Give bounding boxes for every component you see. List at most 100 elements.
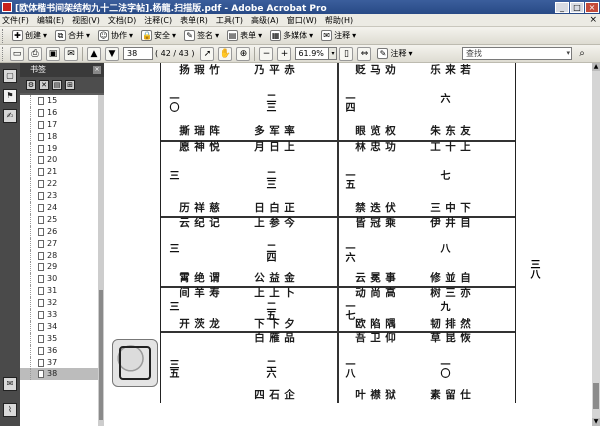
zoom-dropdown-icon[interactable]: ▾ <box>329 47 338 60</box>
bookmark-item[interactable]: 17 <box>20 118 98 131</box>
bookmark-label: 36 <box>47 345 58 355</box>
bookmark-label: 32 <box>47 298 58 308</box>
toolbar-grip[interactable] <box>2 28 5 43</box>
bookmark-item[interactable]: 31 <box>20 285 98 298</box>
bookmark-item[interactable]: 33 <box>20 309 98 322</box>
bookmark-label: 28 <box>47 250 58 260</box>
bookmarks-panel-icon[interactable]: ⚑ <box>3 89 17 103</box>
bookmark-page-icon <box>38 322 44 331</box>
character-column: 纪绝 <box>194 217 205 284</box>
bookmark-item[interactable]: 20 <box>20 154 98 167</box>
open-folder-icon[interactable]: ▭ <box>10 46 24 61</box>
scroll-up-icon[interactable]: ▲ <box>592 63 600 71</box>
zoom-level-input[interactable]: 61.9% <box>295 47 330 60</box>
menu-forms[interactable]: 表单(R) <box>176 15 212 26</box>
secure-button[interactable]: 🔒 安全 ▾ <box>137 28 180 44</box>
bookmark-item[interactable]: 15 <box>20 95 98 107</box>
annotate-button[interactable]: ✎ 注释 ▾ <box>373 46 416 62</box>
menu-help[interactable]: 帮助(H) <box>321 15 357 26</box>
bookmark-item[interactable]: 32 <box>20 297 98 310</box>
save-icon[interactable]: ▣ <box>46 46 60 61</box>
bookmark-item[interactable]: 21 <box>20 166 98 179</box>
hand-tool-icon[interactable]: ✋ <box>218 46 233 61</box>
bookmark-item[interactable]: 35 <box>20 332 98 345</box>
new-bookmark-icon[interactable]: ▤ <box>52 80 62 90</box>
fit-page-icon[interactable]: ▯ <box>339 46 354 61</box>
collaborate-button[interactable]: ☺ 协作 ▾ <box>94 28 137 44</box>
bookmark-item[interactable]: 23 <box>20 190 98 203</box>
attachments-panel-icon[interactable]: ⌇ <box>3 403 17 417</box>
bookmarks-scroll-thumb[interactable] <box>99 290 103 420</box>
close-panel-icon[interactable]: × <box>93 66 101 74</box>
bookmark-item[interactable]: 18 <box>20 130 98 143</box>
marquee-zoom-icon[interactable]: ⊕ <box>236 46 251 61</box>
bookmark-item[interactable]: 19 <box>20 142 98 155</box>
character-column: 云霄 <box>179 217 190 284</box>
document-scrollbar[interactable]: ▲ ▼ <box>592 63 600 426</box>
select-cursor-icon[interactable]: ➚ <box>200 46 215 61</box>
next-page-icon[interactable]: ▼ <box>105 46 119 61</box>
bookmark-page-icon <box>38 215 44 224</box>
document-close-icon[interactable]: × <box>589 15 597 25</box>
options-icon[interactable]: ⚙ <box>26 80 36 90</box>
document-view[interactable]: 扬撕瑕瑞竹阵乃多平军赤率愿历神祥悦慈月日日白上正云霄纪绝记谓上公参益今金间开羊茨… <box>104 63 592 426</box>
row-number: 二四 <box>264 243 275 261</box>
bookmark-item[interactable]: 24 <box>20 202 98 215</box>
bookmark-item[interactable]: 26 <box>20 225 98 238</box>
bookmark-page-icon <box>38 120 44 129</box>
bookmarks-header: 书签 × <box>20 63 104 77</box>
minimize-button[interactable]: _ <box>555 1 569 13</box>
menu-advanced[interactable]: 高级(A) <box>247 15 283 26</box>
character-column <box>194 333 205 401</box>
bookmark-item[interactable]: 38 <box>20 368 98 381</box>
scroll-down-icon[interactable]: ▼ <box>592 418 600 426</box>
previous-page-icon[interactable]: ▲ <box>87 46 101 61</box>
menu-document[interactable]: 文档(D) <box>104 15 140 26</box>
character-cell: 贬眼马览劝权乐朱来东若友 <box>355 65 471 137</box>
toolbar-grip-2[interactable] <box>2 46 5 61</box>
bookmark-item[interactable]: 34 <box>20 320 98 333</box>
delete-bookmark-icon[interactable]: ✕ <box>39 80 49 90</box>
multimedia-button[interactable]: ▦ 多媒体 ▾ <box>266 28 317 44</box>
menu-window[interactable]: 窗口(W) <box>283 15 321 26</box>
bookmark-item[interactable]: 37 <box>20 356 98 369</box>
create-button[interactable]: ✚ 创建 ▾ <box>8 28 51 44</box>
bookmark-item[interactable]: 27 <box>20 237 98 250</box>
fit-width-icon[interactable]: ⇔ <box>357 46 372 61</box>
menu-tools[interactable]: 工具(T) <box>212 15 247 26</box>
bookmark-item[interactable]: 16 <box>20 106 98 119</box>
menu-view[interactable]: 视图(V) <box>68 15 104 26</box>
bookmark-item[interactable]: 22 <box>20 178 98 191</box>
expand-bookmark-icon[interactable]: ⊞ <box>65 80 75 90</box>
signatures-panel-icon[interactable]: ✍ <box>3 109 17 123</box>
menu-comments[interactable]: 注释(C) <box>140 15 176 26</box>
bookmark-item[interactable]: 28 <box>20 249 98 262</box>
page-number-input[interactable]: 38 <box>123 47 153 60</box>
maximize-button[interactable]: □ <box>570 1 584 13</box>
menu-file[interactable]: 文件(F) <box>0 15 33 26</box>
bookmark-label: 18 <box>47 131 58 141</box>
bookmark-item[interactable]: 29 <box>20 261 98 274</box>
bookmark-item[interactable]: 30 <box>20 273 98 286</box>
bookmark-item[interactable]: 25 <box>20 213 98 226</box>
character-column: 亦然 <box>460 287 471 330</box>
search-icon[interactable]: ⌕ <box>576 48 588 60</box>
combine-button[interactable]: ⧉ 合并 ▾ <box>51 28 94 44</box>
document-scroll-thumb[interactable] <box>593 383 599 409</box>
character-cell: 林禁忠迭功伏工三十中上下 <box>355 142 471 214</box>
forms-button[interactable]: ▤ 表单 ▾ <box>223 28 266 44</box>
email-icon[interactable]: ✉ <box>64 46 78 61</box>
zoom-in-icon[interactable]: + <box>277 46 292 61</box>
bookmark-page-icon <box>38 311 44 320</box>
comments-panel-icon[interactable]: ✉ <box>3 377 17 391</box>
zoom-out-icon[interactable]: − <box>259 46 274 61</box>
pages-panel-icon[interactable]: ▢ <box>3 69 17 83</box>
menu-edit[interactable]: 编辑(E) <box>33 15 68 26</box>
close-button[interactable]: × <box>585 1 599 13</box>
row-number: 三 <box>167 301 178 310</box>
sign-button[interactable]: ✎ 签名 ▾ <box>180 28 223 44</box>
print-icon[interactable]: ⎙ <box>28 46 42 61</box>
comment-button[interactable]: ✉ 注释 ▾ <box>317 28 360 44</box>
search-input[interactable]: 查找 <box>462 47 572 60</box>
bookmark-item[interactable]: 36 <box>20 344 98 357</box>
